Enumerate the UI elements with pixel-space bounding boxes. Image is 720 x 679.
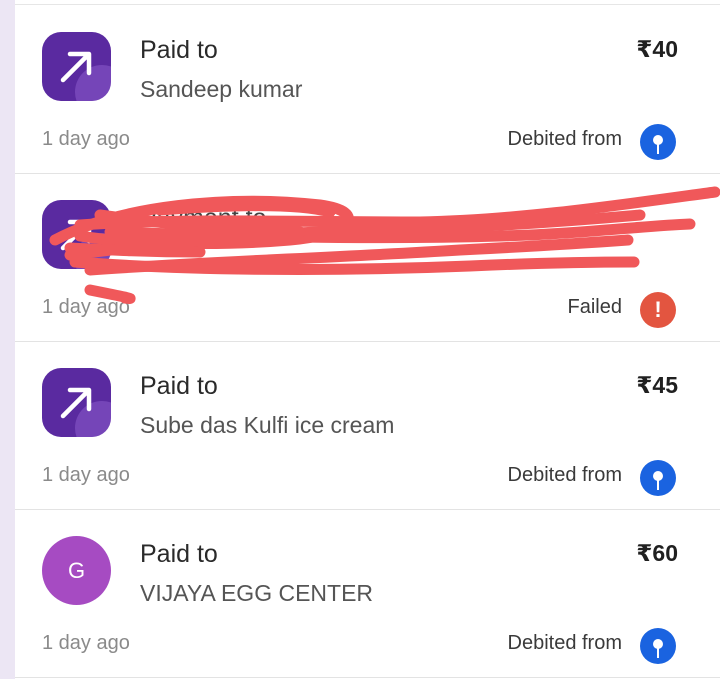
payment-arrow-icon [42, 368, 111, 437]
payee-name: Sube das Kulfi ice cream [140, 412, 395, 438]
alert-icon: ! [640, 292, 676, 328]
transaction-time: 1 day ago [42, 128, 130, 150]
transaction-title: Paid to [140, 36, 218, 64]
transaction-time: 1 day ago [42, 464, 130, 486]
transaction-amount: ₹60 [636, 540, 678, 566]
bank-icon [640, 460, 676, 496]
payment-arrow-icon [42, 32, 111, 101]
transaction-status: Debited from [507, 464, 623, 486]
transaction-list: Paid to Sandeep kumar ₹40 1 day ago Debi… [15, 0, 720, 679]
payee-name: Sandeep kumar [140, 76, 303, 102]
bank-icon [640, 628, 676, 664]
payee-avatar: G [42, 536, 111, 605]
transaction-time: 1 day ago [42, 632, 130, 654]
transaction-time: 1 day ago [42, 296, 130, 318]
transaction-item[interactable]: Paid to Sube das Kulfi ice cream ₹45 1 d… [15, 341, 720, 510]
payee-name: VIJAYA EGG CENTER [140, 580, 374, 606]
transaction-title: Paid to [140, 540, 218, 568]
transaction-title: Paid to [140, 372, 218, 400]
transaction-status: Debited from [507, 128, 623, 150]
transaction-amount: ₹45 [636, 372, 678, 398]
transaction-item[interactable]: Payment to 1 day ago Failed ! [15, 173, 720, 342]
transaction-item[interactable]: G Paid to VIJAYA EGG CENTER ₹60 1 day ag… [15, 509, 720, 678]
transaction-item[interactable]: Paid to Sandeep kumar ₹40 1 day ago Debi… [15, 5, 720, 174]
payment-arrow-icon [42, 200, 111, 269]
transaction-amount: ₹40 [636, 36, 678, 62]
transaction-status: Debited from [507, 632, 623, 654]
transaction-status: Failed [567, 296, 622, 318]
transaction-title: Payment to [140, 204, 267, 232]
bank-icon [640, 124, 676, 160]
